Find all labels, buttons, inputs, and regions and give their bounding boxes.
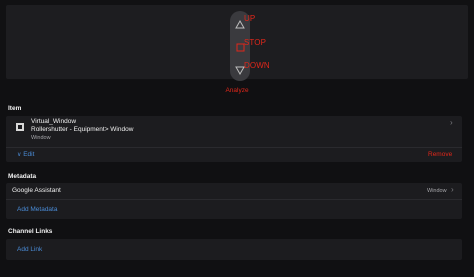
down-label: DOWN [244, 61, 270, 70]
item-type: Window [31, 135, 51, 141]
widget-preview-area: UP STOP DOWN [6, 5, 468, 81]
chevron-right-icon: › [451, 185, 454, 194]
window-icon [16, 123, 24, 131]
metadata-section-title: Metadata [8, 173, 37, 180]
stop-label: STOP [244, 38, 267, 47]
edit-link[interactable]: ∨ Edit [17, 151, 34, 158]
item-name: Virtual_Window [31, 118, 77, 125]
channel-links-card: Add Link [6, 239, 462, 260]
chevron-right-icon: › [450, 118, 453, 127]
item-section-title: Item [8, 105, 22, 112]
up-label: UP [244, 14, 256, 23]
channel-links-section-title: Channel Links [8, 228, 53, 235]
chevron-down-icon: ∨ [17, 152, 22, 158]
item-card: Virtual_Window Rollershutter - Equipment… [6, 116, 462, 162]
item-actions: ∨ Edit Remove [6, 148, 462, 162]
metadata-label: Google Assistant [12, 187, 61, 194]
metadata-card: Google Assistant Window › Add Metadata [6, 183, 462, 219]
item-path: Rollershutter - Equipment> Window [31, 126, 134, 133]
analyze-button[interactable]: Analyze [0, 87, 474, 94]
add-metadata-link[interactable]: Add Metadata [17, 206, 57, 213]
divider [6, 199, 462, 200]
item-row[interactable]: Virtual_Window Rollershutter - Equipment… [6, 116, 462, 146]
metadata-row-google-assistant[interactable]: Google Assistant Window › [6, 183, 462, 198]
metadata-value: Window [427, 188, 447, 194]
add-link-link[interactable]: Add Link [17, 246, 42, 253]
remove-link[interactable]: Remove [428, 151, 452, 158]
